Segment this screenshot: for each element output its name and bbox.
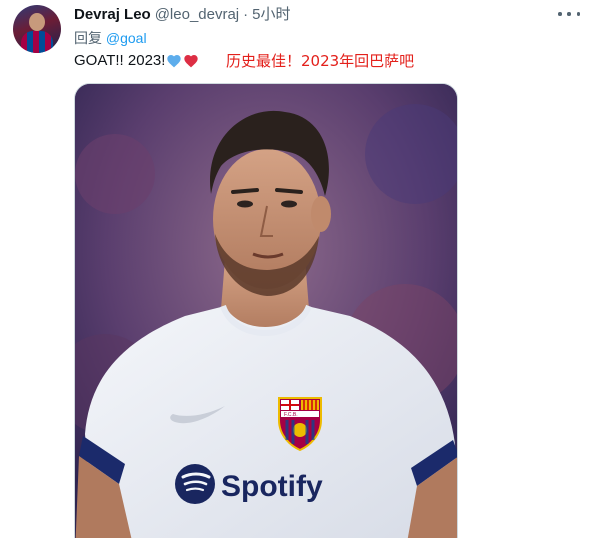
player-photo: Spotify F.C.B. [75,84,457,538]
red-heart-icon [184,55,199,68]
display-name[interactable]: Devraj Leo [74,6,151,24]
separator-dot: · [243,6,249,23]
reply-mention-link[interactable]: @goal [106,30,147,46]
tweet-text: GOAT!! 2023! [74,52,199,70]
blue-heart-icon [167,55,182,68]
timestamp[interactable]: 5小时 [252,6,290,24]
avatar-head [29,13,45,31]
shirt-sponsor-text: Spotify [221,470,323,503]
tweet-header: Devraj Leo @leo_devraj · 5小时 [74,6,291,24]
reply-prefix: 回复 [74,30,102,46]
user-handle[interactable]: @leo_devraj [155,6,239,24]
avatar-shirt [21,31,53,53]
spotify-logo [175,464,215,504]
red-annotation: 历史最佳！2023年回巴萨吧 [226,52,415,70]
tweet[interactable]: Devraj Leo @leo_devraj · 5小时 回复 @goal GO… [0,0,596,538]
reply-context: 回复 @goal [74,29,147,47]
crest-text: F.C.B. [284,412,298,418]
more-options-icon[interactable] [558,6,580,22]
avatar[interactable] [13,5,61,53]
tweet-media-image[interactable]: Spotify F.C.B. [74,83,458,538]
tweet-body: GOAT!! 2023! [74,52,166,69]
